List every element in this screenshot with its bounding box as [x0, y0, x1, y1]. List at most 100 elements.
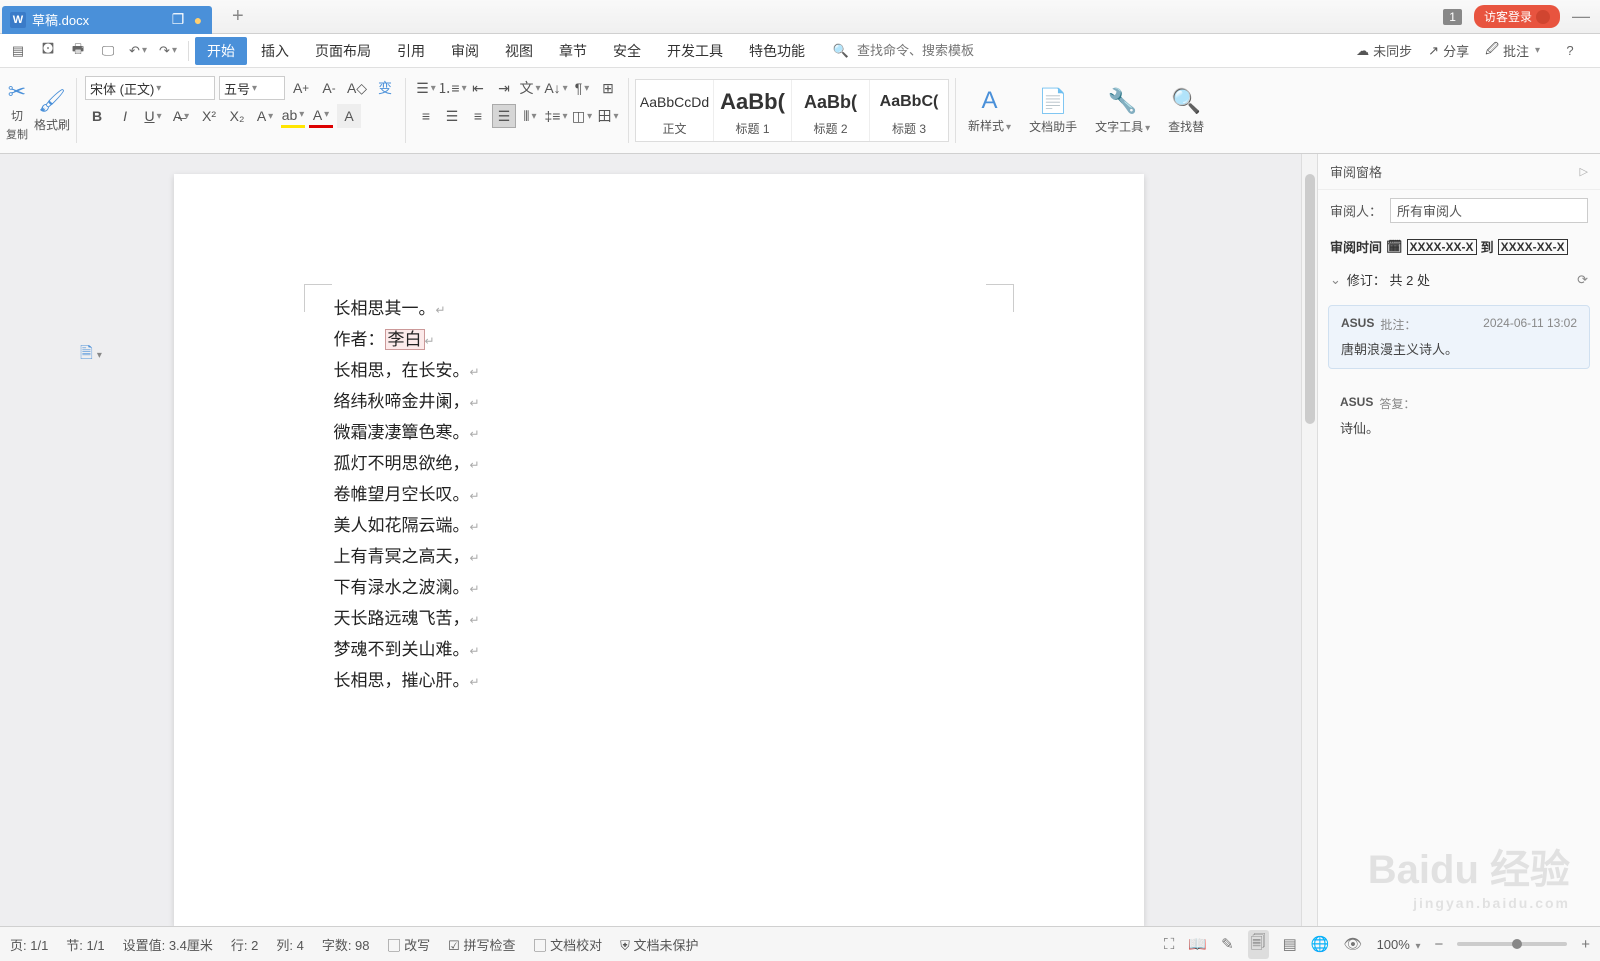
- web-view-icon[interactable]: 🌐: [1311, 935, 1330, 953]
- justify-button[interactable]: ☰: [492, 104, 516, 128]
- doc-line[interactable]: 长相思，在长安。↵: [334, 356, 984, 387]
- numbering-button[interactable]: ⒈≡▾: [440, 76, 464, 100]
- date-to[interactable]: XXXX-XX-X: [1498, 239, 1568, 255]
- doc-line[interactable]: 梦魂不到关山难。↵: [334, 635, 984, 666]
- col-indicator[interactable]: 列: 4: [276, 935, 303, 954]
- sort-button[interactable]: A↓▾: [544, 76, 568, 100]
- window-minimize-icon[interactable]: —: [1572, 6, 1590, 27]
- comment-card[interactable]: ASUS 答复： 诗仙。: [1328, 385, 1590, 447]
- page-indicator[interactable]: 页: 1/1: [10, 935, 48, 954]
- text-effect-button[interactable]: A▾: [253, 104, 277, 128]
- help-icon[interactable]: ?: [1558, 39, 1582, 63]
- tab-review[interactable]: 审阅: [439, 37, 491, 65]
- style-heading1[interactable]: AaBb( 标题 1: [714, 80, 792, 141]
- grow-font-icon[interactable]: A+: [289, 76, 313, 100]
- style-gallery[interactable]: AaBbCcDd 正文 AaBb( 标题 1 AaBb( 标题 2 AaBbC(…: [635, 79, 949, 142]
- bullets-button[interactable]: ☰▾: [414, 76, 438, 100]
- shading-button[interactable]: ◫▾: [570, 104, 594, 128]
- align-center-button[interactable]: ☰: [440, 104, 464, 128]
- style-heading2[interactable]: AaBb( 标题 2: [792, 80, 870, 141]
- font-color-button[interactable]: A▾: [309, 104, 333, 128]
- cut-button[interactable]: ✂ 切 复制: [6, 79, 28, 142]
- guest-login-button[interactable]: 访客登录: [1474, 5, 1560, 28]
- comment-card[interactable]: ASUS 批注： 2024-06-11 13:02 唐朝浪漫主义诗人。: [1328, 305, 1590, 369]
- save-icon[interactable]: 🖸: [36, 39, 60, 63]
- redo-icon[interactable]: ↷▾: [156, 39, 180, 63]
- outline-view-icon[interactable]: ▤: [1283, 935, 1297, 953]
- chevron-down-icon[interactable]: ⌄: [1330, 272, 1341, 288]
- font-size-select[interactable]: 五号▾: [219, 76, 285, 100]
- style-heading3[interactable]: AaBbC( 标题 3: [870, 80, 948, 141]
- borders-button[interactable]: 田▾: [596, 104, 620, 128]
- format-painter-button[interactable]: 🖌 格式刷: [34, 88, 70, 133]
- close-icon[interactable]: ▷: [1580, 165, 1588, 178]
- undo-icon[interactable]: ↶▾: [126, 39, 150, 63]
- doc-line[interactable]: 络纬秋啼金井阑，↵: [334, 387, 984, 418]
- tab-dev-tools[interactable]: 开发工具: [655, 37, 735, 65]
- zoom-in-icon[interactable]: +: [1581, 936, 1590, 953]
- align-left-button[interactable]: ≡: [414, 104, 438, 128]
- setup-indicator[interactable]: 设置值: 3.4厘米: [123, 935, 213, 954]
- word-count[interactable]: 字数: 98: [322, 935, 370, 954]
- refresh-icon[interactable]: ⟳: [1577, 272, 1588, 288]
- doc-helper-button[interactable]: 📄 文档助手: [1029, 87, 1077, 135]
- subscript-button[interactable]: X₂: [225, 104, 249, 128]
- proofing-toggle[interactable]: ▢ 文档校对: [533, 935, 602, 954]
- print-preview-icon[interactable]: 🖵: [96, 39, 120, 63]
- doc-line[interactable]: 美人如花隔云端。↵: [334, 511, 984, 542]
- doc-line[interactable]: 孤灯不明思欲绝，↵: [334, 449, 984, 480]
- row-indicator[interactable]: 行: 2: [231, 935, 258, 954]
- eye-care-icon[interactable]: 👁: [1344, 935, 1363, 953]
- italic-button[interactable]: I: [113, 104, 137, 128]
- new-style-button[interactable]: A 新样式▾: [968, 87, 1011, 134]
- doc-line[interactable]: 上有青冥之高天，↵: [334, 542, 984, 573]
- add-tab-button[interactable]: +: [232, 5, 244, 28]
- highlight-button[interactable]: ab▾: [281, 104, 305, 128]
- notification-badge[interactable]: 1: [1443, 9, 1462, 25]
- page-view-icon[interactable]: 🗐: [1248, 930, 1269, 959]
- underline-button[interactable]: U▾: [141, 104, 165, 128]
- font-family-select[interactable]: 宋体 (正文)▾: [85, 76, 215, 100]
- tracked-change[interactable]: 李白: [385, 329, 425, 350]
- document-canvas[interactable]: 长相思其一。↵ 作者：李白↵ 长相思，在长安。↵ 络纬秋啼金井阑，↵ 微霜凄凄簟…: [0, 154, 1317, 926]
- tab-insert[interactable]: 插入: [249, 37, 301, 65]
- fullscreen-icon[interactable]: ⛶: [1164, 936, 1175, 953]
- tab-features[interactable]: 特色功能: [737, 37, 817, 65]
- section-indicator[interactable]: 节: 1/1: [66, 935, 104, 954]
- protect-status[interactable]: ⛨ 文档未保护: [620, 935, 698, 954]
- zoom-level[interactable]: 100% ▾: [1377, 937, 1421, 952]
- line-spacing-button[interactable]: ‡≡▾: [544, 104, 568, 128]
- reviewer-select[interactable]: 所有审阅人: [1390, 198, 1588, 223]
- tab-security[interactable]: 安全: [601, 37, 653, 65]
- doc-line[interactable]: 长相思，摧心肝。↵: [334, 666, 984, 697]
- app-menu-icon[interactable]: ▤: [6, 39, 30, 63]
- document-tab[interactable]: W 草稿.docx ❐ ●: [2, 6, 212, 34]
- sync-status[interactable]: ☁ 未同步: [1356, 41, 1412, 60]
- find-replace-button[interactable]: 🔍 查找替: [1168, 87, 1204, 135]
- insert-table-button[interactable]: ⊞: [596, 76, 620, 100]
- phonetic-icon[interactable]: 变: [373, 76, 397, 100]
- shrink-font-icon[interactable]: A-: [317, 76, 341, 100]
- tab-home[interactable]: 开始: [195, 37, 247, 65]
- print-icon[interactable]: 🖶: [66, 39, 90, 63]
- char-shading-button[interactable]: A: [337, 104, 361, 128]
- spellcheck-toggle[interactable]: ☑ 拼写检查: [448, 935, 515, 954]
- bold-button[interactable]: B: [85, 104, 109, 128]
- command-search-input[interactable]: [857, 43, 1007, 58]
- tab-references[interactable]: 引用: [385, 37, 437, 65]
- doc-line[interactable]: 天长路远魂飞苦，↵: [334, 604, 984, 635]
- doc-line[interactable]: 卷帷望月空长叹。↵: [334, 480, 984, 511]
- overwrite-toggle[interactable]: ▢ 改写: [388, 935, 431, 954]
- edit-mode-icon[interactable]: ✎: [1221, 935, 1234, 953]
- tab-view[interactable]: 视图: [493, 37, 545, 65]
- comments-button[interactable]: 🖉 批注 ▾: [1485, 40, 1540, 62]
- clear-format-icon[interactable]: A◇: [345, 76, 369, 100]
- align-right-button[interactable]: ≡: [466, 104, 490, 128]
- text-tools-button[interactable]: 🔧 文字工具▾: [1095, 87, 1150, 135]
- distribute-button[interactable]: ⫴▾: [518, 104, 542, 128]
- doc-line[interactable]: 微霜凄凄簟色寒。↵: [334, 418, 984, 449]
- share-button[interactable]: ↗ 分享: [1428, 41, 1469, 60]
- calendar-icon[interactable]: 🗓: [1386, 239, 1403, 255]
- superscript-button[interactable]: X²: [197, 104, 221, 128]
- decrease-indent-button[interactable]: ⇤: [466, 76, 490, 100]
